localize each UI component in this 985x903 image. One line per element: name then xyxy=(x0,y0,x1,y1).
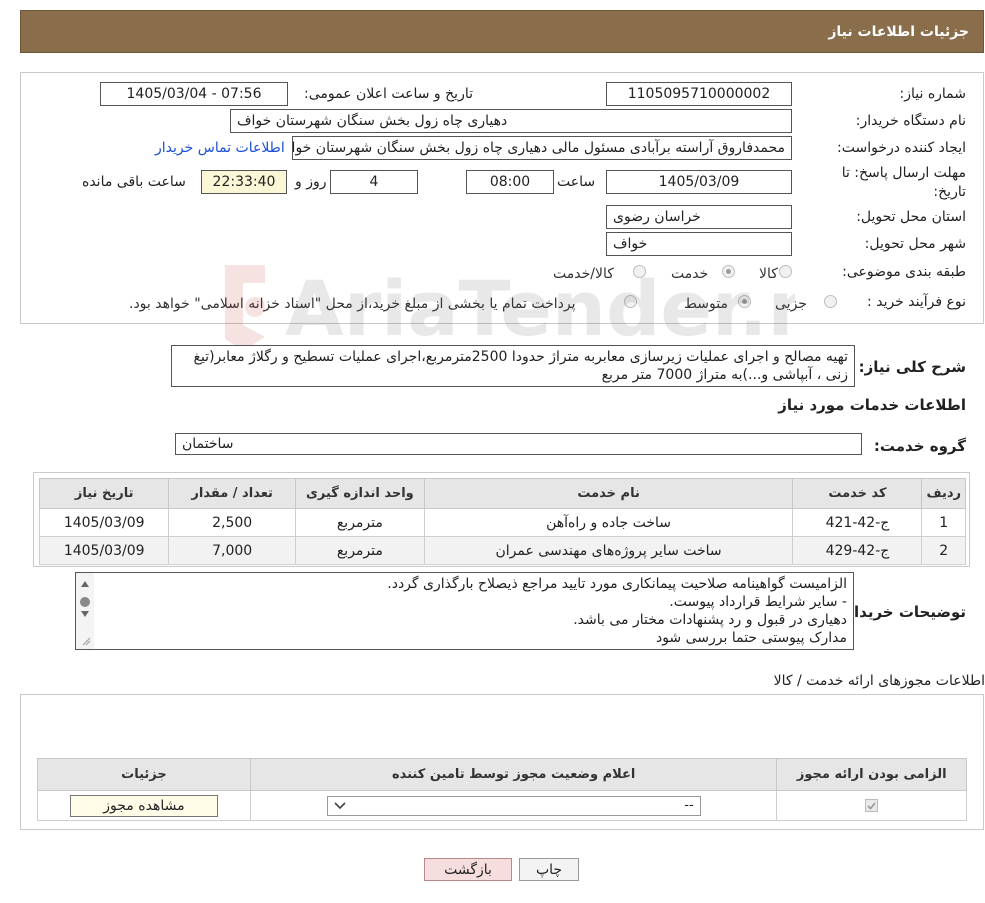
cell-unit: مترمربع xyxy=(295,536,425,565)
buyer-note-line: - سایر شرایط قرارداد پیوست. xyxy=(669,594,847,610)
cell-need-date: 1405/03/09 xyxy=(38,536,170,565)
services-table: ردیف کد خدمت نام خدمت واحد اندازه گیری ت… xyxy=(38,478,966,565)
payment-option-radio[interactable] xyxy=(624,295,637,308)
remaining-time-label: ساعت باقی مانده xyxy=(82,174,186,190)
requester-field: محمدفاروق آراسته برآبادی مسئول مالی دهیا… xyxy=(292,136,792,160)
process-radio-medium-label: متوسط xyxy=(684,296,728,312)
cell-quantity: 2,500 xyxy=(168,508,296,537)
col-permit-required: الزامی بودن ارائه مجوز xyxy=(776,758,967,791)
city-field: خواف xyxy=(606,232,792,256)
back-button[interactable]: بازگشت xyxy=(424,858,512,881)
category-radio-service[interactable] xyxy=(722,265,735,278)
buyer-contact-link[interactable]: اطلاعات تماس خریدار xyxy=(155,140,285,156)
permits-section-title: اطلاعات مجوزهای ارائه خدمت / کالا xyxy=(773,673,985,689)
summary-textarea[interactable]: تهیه مصالح و اجرای عملیات زیرسازی معابرب… xyxy=(171,345,855,387)
permit-required-checkbox[interactable] xyxy=(865,799,879,812)
province-label: استان محل تحویل: xyxy=(856,209,966,225)
table-row: 2 ج-42-429 ساخت سایر پروژه‌های مهندسی عم… xyxy=(38,536,966,565)
process-label: نوع فرآیند خرید : xyxy=(867,294,966,310)
permits-table-header: الزامی بودن ارائه مجوز اعلام وضعیت مجوز … xyxy=(37,758,967,791)
cell-service-code: ج-42-429 xyxy=(792,536,923,565)
service-group-field: ساختمان xyxy=(175,433,862,455)
page-title: جزئیات اطلاعات نیاز xyxy=(828,23,969,40)
cell-service-code: ج-42-421 xyxy=(792,508,923,537)
service-group-label: گروه خدمت: xyxy=(873,437,966,455)
category-label: طبقه بندی موضوعی: xyxy=(842,264,966,280)
buyer-note-line: دهیاری در قبول و رد پشنهادات مختار می با… xyxy=(573,612,847,628)
services-table-header: ردیف کد خدمت نام خدمت واحد اندازه گیری ت… xyxy=(38,478,966,509)
col-service-code: کد خدمت xyxy=(792,478,923,509)
deadline-time-label: ساعت xyxy=(557,174,596,190)
col-row-number: ردیف xyxy=(921,478,966,509)
cell-row-number: 2 xyxy=(921,536,966,565)
col-need-date: تاریخ نیاز xyxy=(38,478,170,509)
process-radio-minor[interactable] xyxy=(824,295,837,308)
permit-details-cell: مشاهده مجوز xyxy=(37,790,251,821)
category-radio-goods-service[interactable] xyxy=(633,265,646,278)
cell-need-date: 1405/03/09 xyxy=(38,508,170,537)
select-chevron-down-icon xyxy=(334,799,346,813)
permit-status-cell: -- xyxy=(249,790,778,821)
process-radio-minor-label: جزیی xyxy=(775,296,807,312)
need-number-label: شماره نیاز: xyxy=(899,86,967,102)
announce-datetime-field: 1405/03/04 - 07:56 xyxy=(100,82,288,106)
table-row: 1 ج-42-421 ساخت جاده و راه‌آهن مترمربع 2… xyxy=(38,508,966,537)
services-section-title: اطلاعات خدمات مورد نیاز xyxy=(778,396,966,414)
cell-service-name: ساخت جاده و راه‌آهن xyxy=(423,508,794,537)
province-field: خراسان رضوی xyxy=(606,205,792,229)
days-label: روز و xyxy=(295,174,327,190)
remaining-time-field: 22:33:40 xyxy=(201,170,287,194)
scrollbar-arrows-icon xyxy=(80,581,91,646)
col-service-name: نام خدمت xyxy=(423,478,794,509)
col-unit: واحد اندازه گیری xyxy=(295,478,425,509)
category-radio-goods[interactable] xyxy=(779,265,792,278)
view-permit-button[interactable]: مشاهده مجوز xyxy=(69,794,218,817)
col-permit-details: جزئیات xyxy=(37,758,251,791)
cell-quantity: 7,000 xyxy=(168,536,296,565)
buyer-org-label: نام دستگاه خریدار: xyxy=(855,113,966,129)
deadline-time-field: 08:00 xyxy=(466,170,554,194)
process-radio-medium[interactable] xyxy=(738,295,751,308)
cell-row-number: 1 xyxy=(921,508,966,537)
cell-service-name: ساخت سایر پروژه‌های مهندسی عمران xyxy=(423,536,794,565)
deadline-label: مهلت ارسال پاسخ: تا تاریخ: xyxy=(841,165,966,200)
buyer-note-line: مدارک پیوستی حتما بررسی شود xyxy=(655,630,847,646)
city-label: شهر محل تحویل: xyxy=(864,236,966,252)
table-row: -- مشاهده مجوز xyxy=(37,790,967,821)
summary-label: شرح کلی نیاز: xyxy=(858,358,966,376)
announce-datetime-label: تاریخ و ساعت اعلان عمومی: xyxy=(304,86,473,102)
check-icon xyxy=(867,802,876,810)
buyer-notes-textarea[interactable]: الزامیست گواهینامه صلاحیت پیمانکاری مورد… xyxy=(75,572,854,650)
permit-required-cell xyxy=(776,790,967,821)
buyer-org-field: دهیاری چاه زول بخش سنگان شهرستان خواف xyxy=(230,109,792,133)
category-radio-goods-service-label: کالا/خدمت xyxy=(553,266,614,282)
print-button[interactable]: چاپ xyxy=(519,858,579,881)
payment-note: پرداخت تمام یا بخشی از مبلغ خرید،از محل … xyxy=(129,296,576,312)
col-quantity: تعداد / مقدار xyxy=(168,478,296,509)
page-header: جزئیات اطلاعات نیاز xyxy=(20,10,984,53)
category-radio-goods-label: کالا xyxy=(759,266,778,282)
deadline-date-field: 1405/03/09 xyxy=(606,170,792,194)
permit-status-value: -- xyxy=(684,798,694,813)
need-number-field: 1105095710000002 xyxy=(606,82,792,106)
col-permit-status: اعلام وضعیت مجوز توسط تامین کننده xyxy=(249,758,778,791)
notes-scrollbar[interactable] xyxy=(76,573,94,649)
permit-status-select[interactable]: -- xyxy=(326,795,701,816)
buyer-notes-label: توضیحات خریدار: xyxy=(839,603,966,621)
cell-unit: مترمربع xyxy=(295,508,425,537)
permits-table: الزامی بودن ارائه مجوز اعلام وضعیت مجوز … xyxy=(37,758,967,821)
remaining-days-field: 4 xyxy=(330,170,418,194)
requester-label: ایجاد کننده درخواست: xyxy=(837,140,966,156)
buyer-note-line: الزامیست گواهینامه صلاحیت پیمانکاری مورد… xyxy=(387,576,847,592)
category-radio-service-label: خدمت xyxy=(671,266,709,282)
